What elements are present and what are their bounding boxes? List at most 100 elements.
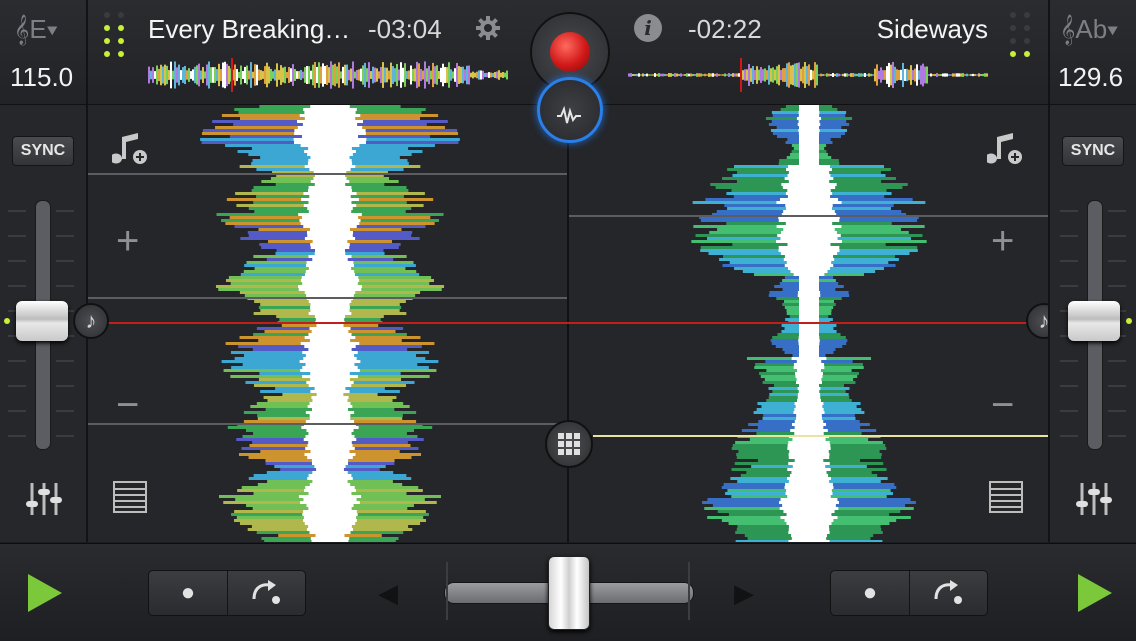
pitch-tick xyxy=(1108,210,1126,212)
pitch-tick xyxy=(56,210,74,212)
divider xyxy=(1048,0,1050,104)
right-bpm: 129.6 xyxy=(1058,62,1124,92)
left-track-title[interactable]: Every Breaking… xyxy=(148,14,350,45)
gear-icon[interactable] xyxy=(474,14,502,42)
loop-icon xyxy=(934,580,962,604)
level-dot xyxy=(118,12,124,18)
waveform-mode-button[interactable] xyxy=(537,77,603,143)
level-dot xyxy=(1024,38,1030,44)
crossfader-thumb[interactable] xyxy=(548,556,590,630)
pitch-tick xyxy=(8,410,26,412)
pitch-tick xyxy=(1060,260,1078,262)
play-icon xyxy=(28,574,62,612)
mixer-icon[interactable] xyxy=(1074,481,1114,517)
record-icon xyxy=(550,32,590,72)
pitch-tick xyxy=(1108,285,1126,287)
left-bpm: 115.0 xyxy=(10,62,74,92)
pitch-center-dot xyxy=(4,318,10,324)
pitch-tick xyxy=(56,285,74,287)
level-dot xyxy=(104,51,110,57)
waveform-icon xyxy=(557,106,581,124)
pitch-tick xyxy=(1060,435,1078,437)
right-pitch-slider-thumb[interactable] xyxy=(1068,301,1120,341)
pitch-tick xyxy=(1060,285,1078,287)
right-pitch-panel: SYNC xyxy=(1048,105,1136,542)
level-dot xyxy=(104,25,110,31)
pitch-tick xyxy=(8,285,26,287)
grid-button[interactable] xyxy=(545,420,593,468)
level-dot xyxy=(118,38,124,44)
pitch-tick xyxy=(56,360,74,362)
left-remaining-time: -03:04 xyxy=(368,14,442,44)
right-play-button[interactable] xyxy=(1078,574,1112,612)
list-icon[interactable] xyxy=(112,479,148,515)
left-note-button[interactable]: ♪ xyxy=(73,303,109,339)
pitch-tick xyxy=(56,435,74,437)
left-play-button[interactable] xyxy=(28,574,62,612)
right-track-title[interactable]: Sideways xyxy=(877,14,988,45)
level-dot xyxy=(118,51,124,57)
level-dot xyxy=(118,25,124,31)
pitch-down-button[interactable]: − xyxy=(116,385,139,425)
pitch-center-dot xyxy=(1126,318,1132,324)
level-dot xyxy=(104,38,110,44)
tick xyxy=(688,562,690,620)
beat-line xyxy=(593,435,1048,437)
pitch-tick xyxy=(8,435,26,437)
pitch-tick xyxy=(56,235,74,237)
pitch-tick xyxy=(1108,435,1126,437)
level-dot xyxy=(1024,12,1030,18)
play-icon xyxy=(1078,574,1112,612)
main-deck-area: SYNC + − + − ♪ ♪ SYNC xyxy=(0,77,1136,542)
transport-bar: ● ◀ ▶ ● xyxy=(0,543,1136,641)
left-pitch-slider-thumb[interactable] xyxy=(16,301,68,341)
right-cue-button[interactable]: ● xyxy=(831,571,910,615)
level-dot xyxy=(1010,51,1016,57)
right-cue-loop-group: ● xyxy=(830,570,988,616)
right-sync-button[interactable]: SYNC xyxy=(1062,136,1124,166)
cue-line xyxy=(88,297,568,299)
cue-line xyxy=(88,173,568,175)
pitch-tick xyxy=(1108,360,1126,362)
pitch-down-button[interactable]: − xyxy=(991,385,1014,425)
add-music-icon[interactable] xyxy=(985,131,1023,167)
playhead-line xyxy=(88,322,1048,324)
right-overview-waveform[interactable] xyxy=(628,58,988,92)
pitch-tick xyxy=(56,260,74,262)
left-key-selector[interactable]: 𝄞E▾ xyxy=(14,14,58,46)
divider xyxy=(86,0,88,104)
pitch-tick xyxy=(8,235,26,237)
level-dot xyxy=(1024,25,1030,31)
cue-line xyxy=(569,215,1048,217)
pitch-tick xyxy=(8,210,26,212)
right-level-meter xyxy=(1010,12,1030,57)
info-icon[interactable]: i xyxy=(634,14,662,42)
pitch-tick xyxy=(1060,360,1078,362)
left-level-meter xyxy=(104,12,124,57)
list-icon[interactable] xyxy=(988,479,1024,515)
left-sync-button[interactable]: SYNC xyxy=(12,136,74,166)
level-dot xyxy=(1010,38,1016,44)
nudge-left-button[interactable]: ◀ xyxy=(378,578,398,609)
pitch-tick xyxy=(56,410,74,412)
pitch-tick xyxy=(8,260,26,262)
left-loop-button[interactable] xyxy=(228,571,305,615)
pitch-tick xyxy=(1108,385,1126,387)
mixer-icon[interactable] xyxy=(24,481,64,517)
level-dot xyxy=(1010,25,1016,31)
level-dot xyxy=(1010,12,1016,18)
pitch-up-button[interactable]: + xyxy=(991,221,1014,261)
left-overview-waveform[interactable] xyxy=(148,58,508,92)
add-music-icon[interactable] xyxy=(110,131,148,167)
right-key-selector[interactable]: 𝄞Ab▾ xyxy=(1060,14,1118,46)
pitch-up-button[interactable]: + xyxy=(116,221,139,261)
right-loop-button[interactable] xyxy=(910,571,987,615)
pitch-tick xyxy=(1108,235,1126,237)
pitch-tick xyxy=(1108,260,1126,262)
nudge-right-button[interactable]: ▶ xyxy=(734,578,754,609)
pitch-tick xyxy=(8,360,26,362)
pitch-tick xyxy=(1060,210,1078,212)
pitch-tick xyxy=(1108,410,1126,412)
pitch-tick xyxy=(8,385,26,387)
left-cue-button[interactable]: ● xyxy=(149,571,228,615)
